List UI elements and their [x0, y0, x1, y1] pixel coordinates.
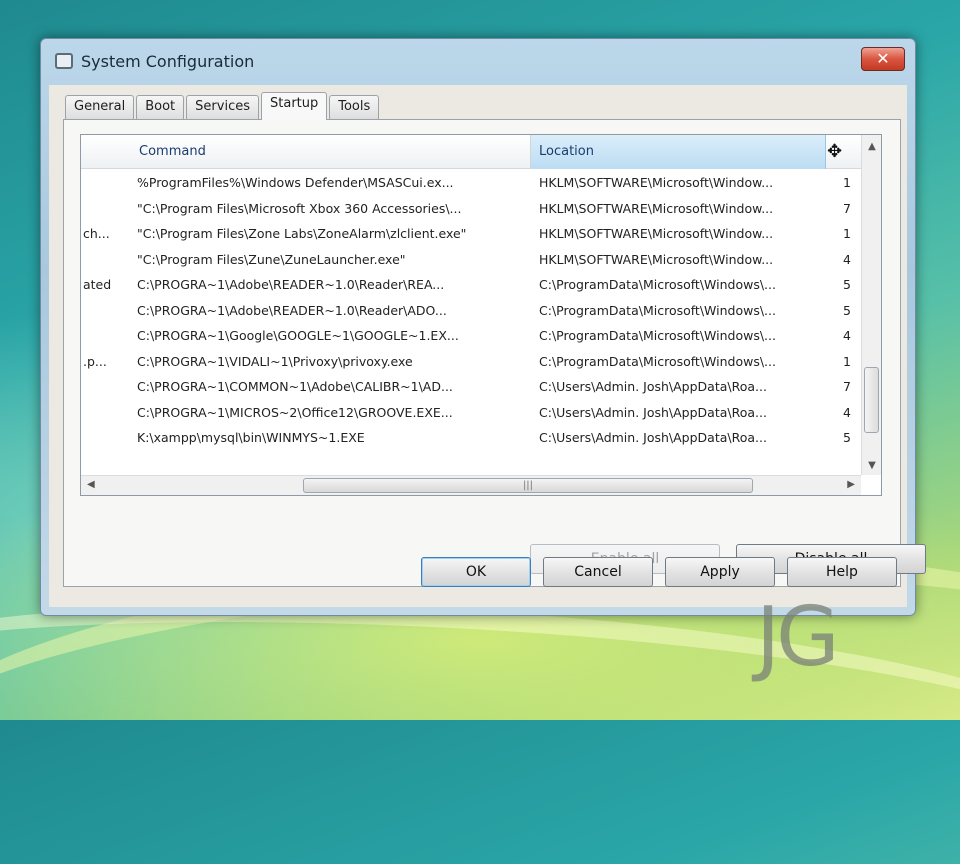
location-cell: C:\ProgramData\Microsoft\Windows\... [539, 328, 776, 343]
title-bar[interactable]: System Configuration ✕ [41, 39, 915, 83]
location-cell: HKLM\SOFTWARE\Microsoft\Window... [539, 226, 774, 241]
location-cell: C:\Users\Admin. Josh\AppData\Roa... [539, 430, 767, 445]
startup-items-list[interactable]: Command Location ✥ %ProgramFiles%\Window… [80, 134, 882, 496]
table-row[interactable]: .p... C:\PROGRA~1\VIDALI~1\Privoxy\privox… [81, 348, 861, 374]
tab-boot[interactable]: Boot [136, 95, 185, 119]
location-cell: C:\Users\Admin. Josh\AppData\Roa... [539, 404, 767, 420]
vertical-scrollbar[interactable]: ▲ ▼ [861, 135, 881, 475]
column-resize-cursor-icon: ✥ [827, 141, 843, 162]
tab-startup[interactable]: Startup [261, 92, 328, 120]
table-row[interactable]: C:\PROGRA~1\Adobe\READER~1.0\Reader\ADO.… [81, 297, 861, 323]
date-cell: 4 [843, 404, 851, 420]
date-cell: 5 [843, 277, 851, 292]
table-row[interactable]: C:\PROGRA~1\COMMON~1\Adobe\CALIBR~1\AD..… [81, 373, 861, 399]
date-cell: 7 [843, 200, 851, 216]
date-cell: 5 [843, 430, 851, 445]
date-cell: 1 [843, 353, 851, 369]
horizontal-scrollbar[interactable]: ◀ ||| ▶ [81, 475, 861, 495]
command-cell: K:\xampp\mysql\bin\WINMYS~1.EXE [137, 430, 365, 445]
system-configuration-window: System Configuration ✕ General Boot Serv… [40, 38, 926, 616]
table-row[interactable]: K:\xampp\mysql\bin\WINMYS~1.EXE C:\Users\… [81, 424, 861, 450]
table-row[interactable]: "C:\Program Files\Zune\ZuneLauncher.exe"… [81, 246, 861, 272]
tab-general[interactable]: General [65, 95, 135, 119]
location-cell: HKLM\SOFTWARE\Microsoft\Window... [539, 251, 774, 267]
table-row[interactable]: ated C:\PROGRA~1\Adobe\READER~1.0\Reader\… [81, 271, 861, 297]
jg-watermark: JG [756, 590, 840, 685]
msconfig-icon [55, 53, 73, 69]
startup-tab-panel: Command Location ✥ %ProgramFiles%\Window… [63, 119, 926, 587]
horizontal-scroll-thumb[interactable]: ||| [303, 478, 753, 493]
command-cell: C:\PROGRA~1\Adobe\READER~1.0\Reader\REA.… [137, 277, 445, 292]
tab-tools[interactable]: Tools [329, 95, 380, 119]
command-cell: "C:\Program Files\Microsoft Xbox 360 Acc… [137, 200, 462, 216]
date-cell: 7 [843, 379, 851, 394]
close-button[interactable]: ✕ [861, 47, 905, 71]
vertical-scroll-thumb[interactable] [864, 367, 879, 433]
table-row[interactable]: %ProgramFiles%\Windows Defender\MSASCui.… [81, 169, 861, 195]
column-header-command[interactable]: Command [139, 135, 531, 169]
location-cell: C:\ProgramData\Microsoft\Windows\... [539, 277, 776, 292]
location-cell: C:\ProgramData\Microsoft\Windows\... [539, 353, 776, 369]
scroll-right-arrow-icon[interactable]: ▶ [847, 479, 855, 490]
command-cell: C:\PROGRA~1\Adobe\READER~1.0\Reader\ADO.… [137, 302, 447, 318]
startup-item-cell: ch... [83, 226, 110, 241]
startup-item-cell: .p... [83, 353, 107, 369]
ok-button[interactable]: OK [421, 557, 531, 587]
command-cell: "C:\Program Files\Zone Labs\ZoneAlarm\zl… [137, 226, 467, 241]
date-cell: 5 [843, 302, 851, 318]
command-cell: C:\PROGRA~1\Google\GOOGLE~1\GOOGLE~1.EX.… [137, 328, 459, 343]
table-row[interactable]: C:\PROGRA~1\MICROS~2\Office12\GROOVE.EXE… [81, 399, 861, 425]
command-cell: C:\PROGRA~1\MICROS~2\Office12\GROOVE.EXE… [137, 404, 453, 420]
tab-services[interactable]: Services [186, 95, 259, 119]
apply-button[interactable]: Apply [665, 557, 775, 587]
help-button[interactable]: Help [787, 557, 897, 587]
command-cell: C:\PROGRA~1\COMMON~1\Adobe\CALIBR~1\AD..… [137, 379, 453, 394]
date-cell: 1 [843, 175, 851, 190]
location-cell: HKLM\SOFTWARE\Microsoft\Window... [539, 175, 774, 190]
date-cell: 4 [843, 251, 851, 267]
tab-strip: General Boot Services Startup Tools [65, 92, 381, 120]
cancel-button[interactable]: Cancel [543, 557, 653, 587]
table-row[interactable]: "C:\Program Files\Microsoft Xbox 360 Acc… [81, 195, 861, 221]
list-rows: %ProgramFiles%\Windows Defender\MSASCui.… [81, 169, 861, 450]
table-row[interactable]: ch... "C:\Program Files\Zone Labs\ZoneAla… [81, 220, 861, 246]
date-cell: 1 [843, 226, 851, 241]
scroll-up-arrow-icon[interactable]: ▲ [862, 141, 881, 152]
window-title: System Configuration [81, 51, 255, 71]
location-cell: C:\Users\Admin. Josh\AppData\Roa... [539, 379, 767, 394]
command-cell: C:\PROGRA~1\VIDALI~1\Privoxy\privoxy.exe [137, 353, 413, 369]
dialog-client-area: General Boot Services Startup Tools Comm… [49, 85, 926, 607]
command-cell: "C:\Program Files\Zune\ZuneLauncher.exe" [137, 251, 406, 267]
date-cell: 4 [843, 328, 851, 343]
scroll-down-arrow-icon[interactable]: ▼ [862, 460, 881, 471]
table-row[interactable]: C:\PROGRA~1\Google\GOOGLE~1\GOOGLE~1.EX.… [81, 322, 861, 348]
column-header-location[interactable]: Location [531, 135, 826, 169]
location-cell: HKLM\SOFTWARE\Microsoft\Window... [539, 200, 774, 216]
startup-item-cell: ated [83, 277, 112, 292]
scroll-left-arrow-icon[interactable]: ◀ [87, 479, 95, 490]
list-header: Command Location ✥ [81, 135, 881, 169]
command-cell: %ProgramFiles%\Windows Defender\MSASCui.… [137, 175, 454, 190]
location-cell: C:\ProgramData\Microsoft\Windows\... [539, 302, 776, 318]
